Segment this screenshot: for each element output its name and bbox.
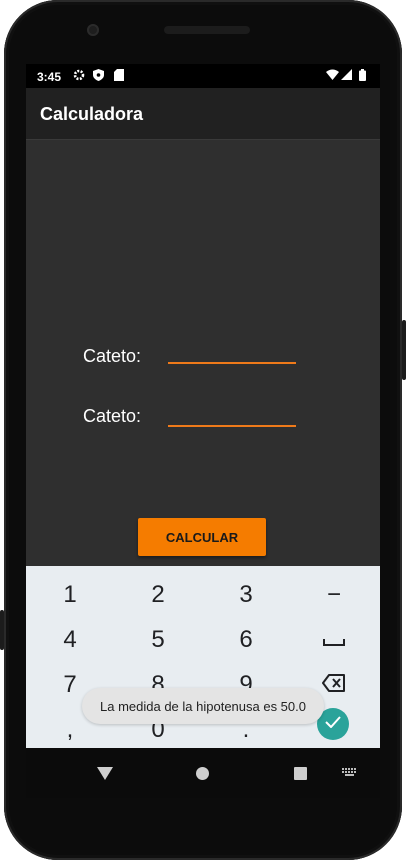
cateto2-label: Cateto:: [83, 406, 142, 426]
app-title: Calculadora: [40, 104, 144, 124]
space-icon: [323, 626, 345, 654]
backspace-icon: [322, 671, 346, 699]
key-5[interactable]: 5: [114, 618, 202, 662]
battery-icon: [359, 69, 366, 84]
keyboard-switch-icon[interactable]: [341, 767, 357, 777]
wifi-icon: [326, 69, 339, 83]
cateto1-label: Cateto:: [83, 346, 142, 366]
sd-card-icon: [114, 69, 124, 84]
front-camera: [87, 24, 99, 36]
space-key[interactable]: [290, 618, 378, 662]
calculate-button[interactable]: CALCULAR: [138, 518, 266, 556]
key-3[interactable]: 3: [202, 573, 290, 617]
key-4[interactable]: 4: [26, 618, 114, 662]
result-toast: La medida de la hipotenusa es 50.0: [82, 688, 324, 724]
power-button: [0, 610, 4, 650]
key-6[interactable]: 6: [202, 618, 290, 662]
signal-icon: [341, 69, 352, 83]
volume-button: [402, 320, 406, 380]
check-icon: [325, 715, 341, 733]
app-bar: Calculadora: [26, 88, 380, 140]
key-minus[interactable]: −: [290, 573, 378, 617]
home-icon[interactable]: [195, 766, 209, 780]
navigation-bar: [26, 748, 380, 798]
status-time: 3:45: [37, 70, 62, 84]
cateto2-input[interactable]: [168, 407, 296, 427]
back-icon[interactable]: [96, 766, 114, 780]
recents-icon[interactable]: [293, 766, 307, 780]
shield-icon: [93, 69, 104, 84]
earpiece-speaker: [164, 26, 250, 34]
key-2[interactable]: 2: [114, 573, 202, 617]
gear-icon: [73, 69, 85, 84]
status-bar: 3:45: [26, 64, 380, 88]
screen: 3:45 Calculadora Cateto: Cateto: CALCULA…: [26, 64, 380, 748]
cateto1-input[interactable]: [168, 344, 296, 364]
key-1[interactable]: 1: [26, 573, 114, 617]
